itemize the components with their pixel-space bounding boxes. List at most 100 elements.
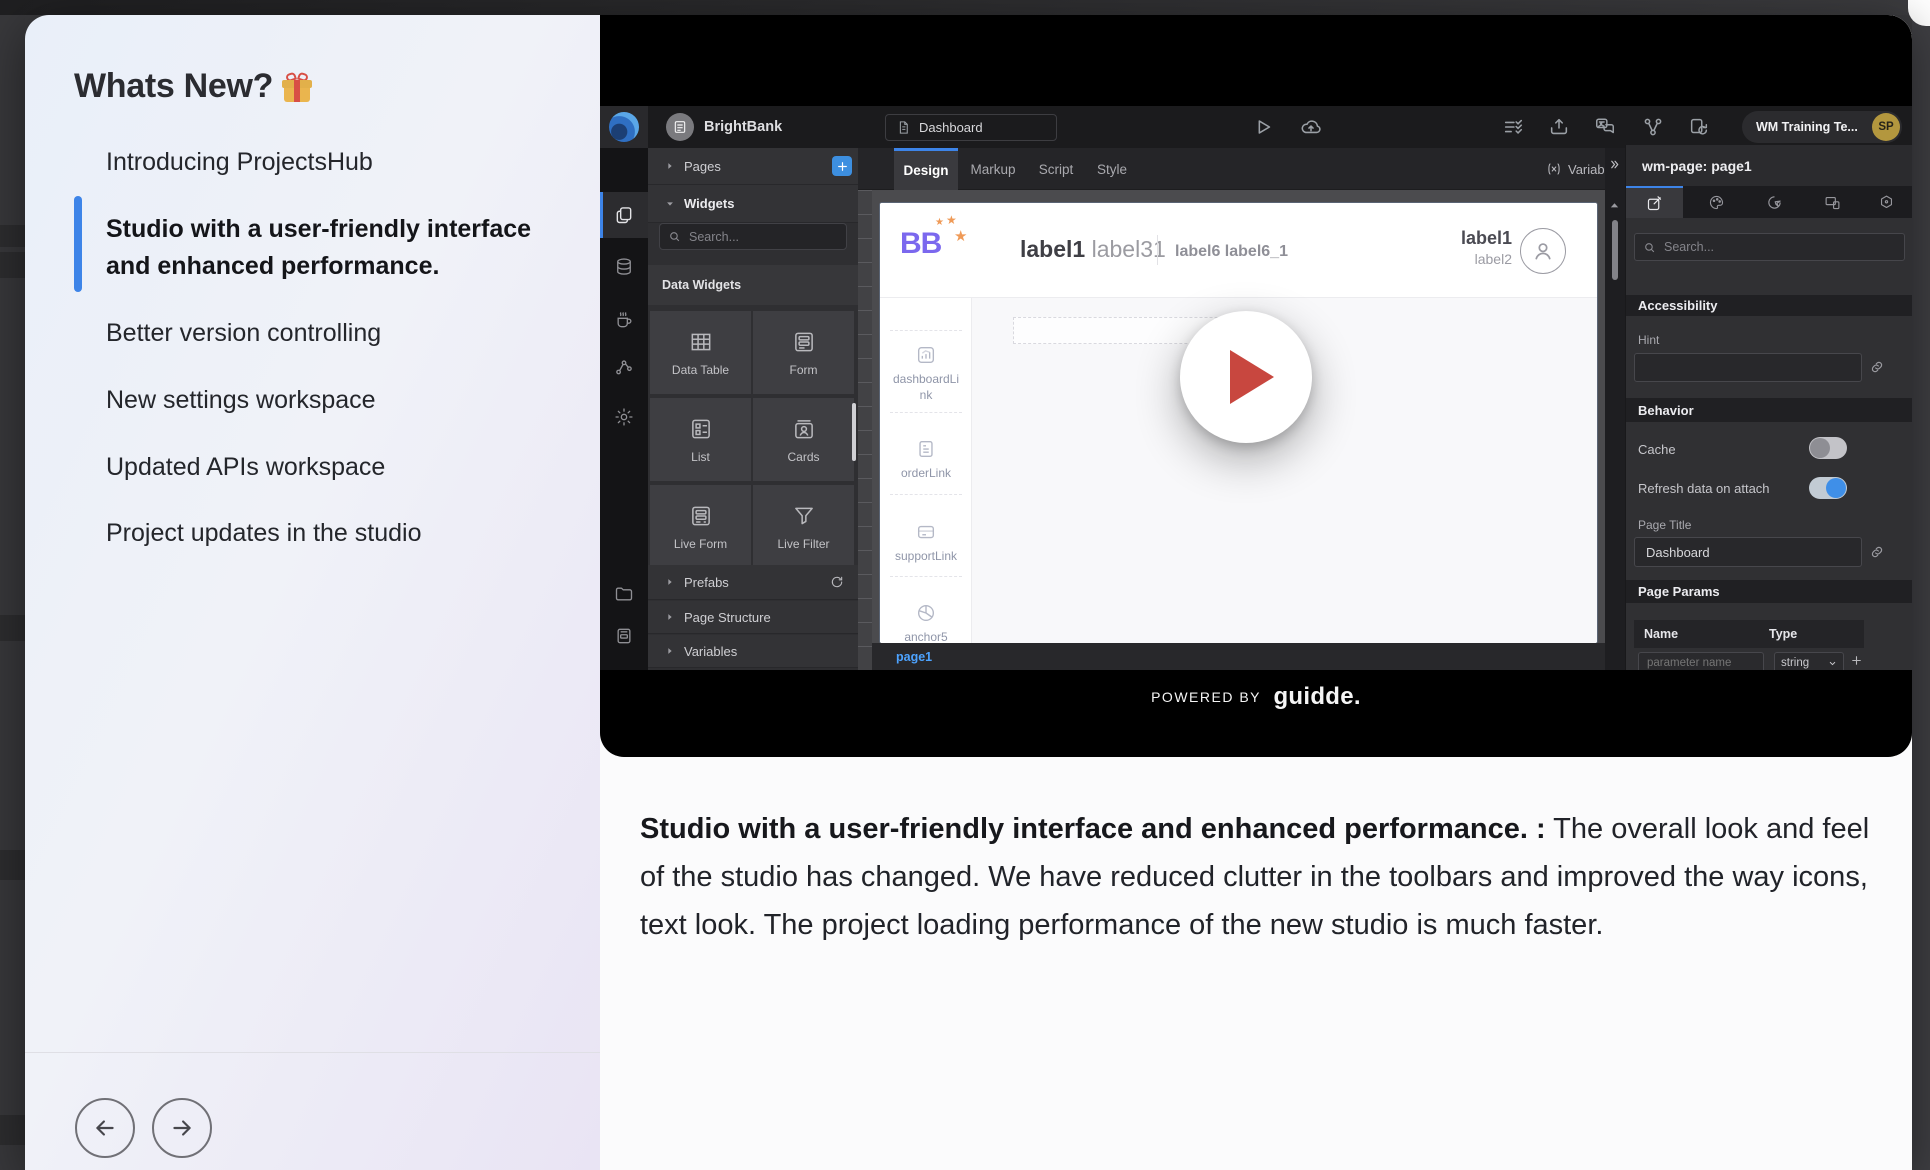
backdrop-left-strip [0, 15, 25, 1170]
video-play-button[interactable] [1180, 311, 1312, 443]
devices-icon [1824, 194, 1841, 211]
data-widgets-label: Data Widgets [662, 278, 742, 292]
widget-tile-data-table: Data Table [650, 311, 751, 394]
tab-script: Script [1038, 161, 1074, 177]
tab-security-icon [1860, 186, 1912, 218]
caret-right-icon [665, 161, 675, 171]
settings-gear-icon [600, 400, 648, 434]
star-icon: ★ [946, 213, 957, 227]
widget-search-input [687, 228, 838, 245]
prefabs-label: Prefabs [684, 574, 729, 590]
data-table-icon [688, 329, 714, 355]
whats-new-item-project-updates[interactable]: Project updates in the studio [106, 520, 421, 546]
form-icon [791, 329, 817, 355]
page-structure-label: Page Structure [684, 609, 771, 625]
backdrop-band [0, 1115, 25, 1145]
accessibility-section: Accessibility [1626, 295, 1912, 316]
backdrop-band [0, 615, 25, 641]
variables-label: Variables [684, 643, 738, 659]
canvas-gutter [1605, 148, 1625, 670]
add-param-icon [1850, 654, 1863, 667]
page-structure-row: Page Structure [648, 601, 858, 634]
header-user-labels: label1 label2 [1400, 227, 1512, 269]
page-title-input-field [1644, 543, 1852, 561]
pages-section-row: Pages [648, 148, 858, 185]
hint-input-field [1644, 359, 1852, 376]
widget-tile-list: List [650, 398, 751, 481]
page-tab-dashboard: Dashboard [885, 114, 1057, 141]
params-table-header: Name Type [1634, 620, 1864, 648]
previous-button[interactable] [75, 1098, 135, 1158]
prefab-coffee-icon [600, 303, 648, 337]
footer-divider [25, 1052, 600, 1053]
selected-item-indicator [74, 196, 82, 292]
header-label1: label1 [1020, 236, 1086, 262]
tab-design: Design [894, 148, 958, 190]
whats-new-item-projectshub[interactable]: Introducing ProjectsHub [106, 149, 373, 175]
video-player[interactable]: BrightBank Dashboard WM Training Te... S… [600, 15, 1912, 757]
prefabs-section-row: Prefabs [648, 565, 858, 600]
param-name-input [1638, 652, 1764, 670]
pointer-circle-icon [1766, 194, 1783, 211]
page-tab-label: Dashboard [919, 120, 983, 135]
powered-by-text: POWERED BY [1151, 689, 1261, 705]
star-icon: ★ [954, 228, 968, 245]
page-tab-strip: page1 [872, 643, 1605, 670]
col-name: Name [1644, 627, 1679, 641]
widgets-panel: Pages Widgets Search... Data Widgets Dat… [648, 148, 858, 670]
canvas-scrollbar-thumb [1612, 220, 1618, 280]
caret-right-icon [665, 646, 675, 656]
widget-tile-live-filter: Live Filter [753, 485, 854, 565]
header-label31: label31 [1091, 236, 1166, 262]
refresh-data-label: Refresh data on attach [1638, 481, 1770, 496]
nav-item-supportlink: supportLink [880, 521, 972, 564]
variables-row: Variables [648, 635, 858, 668]
properties-panel: wm-page: page1 Search... Accessibility H… [1625, 145, 1912, 670]
chevron-down-icon [1828, 659, 1837, 668]
pencil-square-icon [1646, 195, 1663, 212]
header-label6: label6 label6_1 [1175, 243, 1288, 260]
design-canvas: BB ★ ★ ★ label1 label31 label6 label6_1 [858, 190, 1605, 670]
pages-icon [600, 198, 648, 232]
document-icon [896, 120, 911, 135]
dashboard-chart-icon [915, 344, 937, 366]
add-page-button [832, 156, 852, 176]
widget-search-box [659, 223, 847, 250]
nav-item-anchor5: anchor5 [880, 602, 972, 643]
panel-scrollbar [852, 403, 856, 461]
tab-markup: Markup [970, 161, 1016, 177]
whats-new-sidebar: Whats New? Introducing ProjectsHub Studi… [25, 15, 600, 1170]
selected-item-line1: Studio with a user-friendly interface [106, 215, 532, 243]
next-button[interactable] [152, 1098, 212, 1158]
studio-screenshot: BrightBank Dashboard WM Training Te... S… [600, 106, 1912, 670]
backdrop-band [0, 252, 25, 278]
whats-new-item-studio[interactable]: Studio with a user-friendly interface an… [106, 211, 531, 285]
header-labels: label1 label31 [1020, 236, 1166, 263]
caret-down-icon [665, 199, 675, 209]
properties-search-box [1634, 233, 1905, 261]
whats-new-dialog: Whats New? Introducing ProjectsHub Studi… [25, 15, 1912, 1170]
page-params-table: Name Type string [1634, 620, 1864, 670]
whats-new-item-version-control[interactable]: Better version controlling [106, 320, 381, 346]
caret-right-icon [665, 612, 675, 622]
page-title-text: Whats New? [74, 67, 274, 105]
param-type-select: string [1774, 652, 1844, 670]
order-receipt-icon [915, 438, 937, 460]
scroll-up-icon [1609, 200, 1620, 211]
col-type: Type [1769, 627, 1798, 641]
tab-devices-icon [1804, 186, 1861, 218]
whats-new-item-settings[interactable]: New settings workspace [106, 387, 376, 413]
bind-link-icon [1869, 544, 1885, 560]
whats-new-item-apis[interactable]: Updated APIs workspace [106, 454, 385, 480]
palette-icon [1708, 194, 1725, 211]
widgets-section-label: Widgets [684, 196, 735, 211]
arrow-left-icon [92, 1115, 118, 1141]
expand-panel-icon [1608, 158, 1621, 171]
behavior-section: Behavior [1626, 398, 1912, 422]
tab-styles-palette [1688, 186, 1745, 218]
project-name: BrightBank [704, 119, 783, 135]
widget-tile-live-form: Live Form [650, 485, 751, 565]
project-avatar-icon [666, 113, 694, 141]
widget-tile-form: Form [753, 311, 854, 394]
backdrop-right-strip [1912, 15, 1930, 1170]
